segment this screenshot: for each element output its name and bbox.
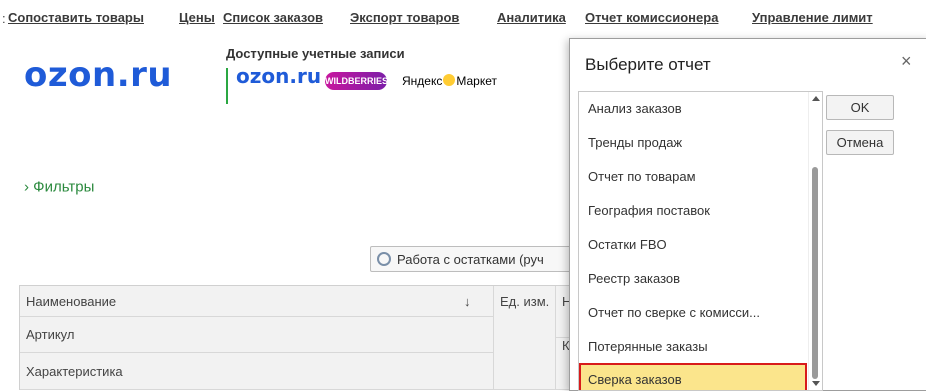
ozon-logo: ozon.ru bbox=[24, 55, 173, 95]
market-icon bbox=[443, 74, 456, 86]
report-item-sales-trends[interactable]: Тренды продаж bbox=[579, 126, 807, 160]
market-text: Маркет bbox=[456, 74, 497, 88]
nav-link-limits[interactable]: Управление лимит bbox=[752, 10, 873, 25]
report-item-order-registry[interactable]: Реестр заказов bbox=[579, 262, 807, 296]
report-item-products-report[interactable]: Отчет по товарам bbox=[579, 160, 807, 194]
column-header-name-label: Наименование bbox=[26, 294, 117, 309]
close-icon[interactable]: × bbox=[901, 51, 912, 72]
column-header-name[interactable]: Наименование ↓ bbox=[20, 286, 494, 317]
nav-link-export-products[interactable]: Экспорт товаров bbox=[350, 10, 459, 25]
report-list[interactable]: Анализ заказов Тренды продаж Отчет по то… bbox=[578, 91, 823, 391]
row-label-characteristic[interactable]: Характеристика bbox=[20, 353, 494, 390]
report-item-lost-orders[interactable]: Потерянные заказы bbox=[579, 330, 807, 364]
dialog-title: Выберите отчет bbox=[585, 55, 711, 74]
nav-link-commission-report[interactable]: Отчет комиссионера bbox=[585, 10, 718, 25]
account-ozon-logo[interactable]: ozon.ru bbox=[236, 64, 321, 88]
filters-label: Фильтры bbox=[33, 178, 95, 196]
nav-link-match-products[interactable]: Сопоставить товары bbox=[8, 10, 144, 25]
column-header-unit[interactable]: Ед. изм. bbox=[494, 286, 556, 390]
nav-link-prices[interactable]: Цены bbox=[179, 10, 215, 25]
account-selected-indicator bbox=[226, 68, 228, 104]
row-label-article[interactable]: Артикул bbox=[20, 317, 494, 353]
nav-separator: : bbox=[2, 11, 6, 26]
top-navigation: : Сопоставить товары Цены Список заказов… bbox=[0, 0, 926, 30]
scroll-thumb[interactable] bbox=[812, 167, 818, 379]
select-report-dialog: Выберите отчет × Анализ заказов Тренды п… bbox=[569, 38, 926, 391]
sort-down-icon[interactable]: ↓ bbox=[464, 286, 471, 317]
report-item-commission-reconciliation[interactable]: Отчет по сверке с комисси... bbox=[579, 296, 807, 330]
nav-link-order-list[interactable]: Список заказов bbox=[223, 10, 323, 25]
filters-toggle[interactable]: › Фильтры bbox=[24, 178, 94, 196]
products-table: Наименование ↓ Ед. изм. Н К Артикул Хара… bbox=[19, 285, 580, 390]
nav-link-analytics[interactable]: Аналитика bbox=[497, 10, 566, 25]
scroll-down-icon[interactable] bbox=[812, 381, 820, 386]
chevron-right-icon: › bbox=[24, 178, 29, 196]
account-yandex-market-logo[interactable]: Яндекс Маркет bbox=[402, 74, 497, 88]
ok-button[interactable]: OK bbox=[826, 95, 894, 120]
report-item-supply-geography[interactable]: География поставок bbox=[579, 194, 807, 228]
yandex-text: Яндекс bbox=[402, 74, 443, 88]
report-item-order-analysis[interactable]: Анализ заказов bbox=[579, 92, 807, 126]
stock-work-label: Работа с остатками (руч bbox=[397, 252, 544, 267]
gear-icon bbox=[377, 252, 391, 266]
cancel-button[interactable]: Отмена bbox=[826, 130, 894, 155]
accounts-title: Доступные учетные записи bbox=[226, 46, 405, 61]
report-list-scrollbar[interactable] bbox=[808, 92, 822, 390]
report-item-fbo-stock[interactable]: Остатки FBO bbox=[579, 228, 807, 262]
stock-work-button[interactable]: Работа с остатками (руч bbox=[370, 246, 580, 272]
account-wildberries-logo[interactable]: WILDBERRIES bbox=[325, 72, 388, 90]
scroll-up-icon[interactable] bbox=[812, 96, 820, 101]
report-item-order-reconciliation[interactable]: Сверка заказов bbox=[579, 363, 807, 390]
